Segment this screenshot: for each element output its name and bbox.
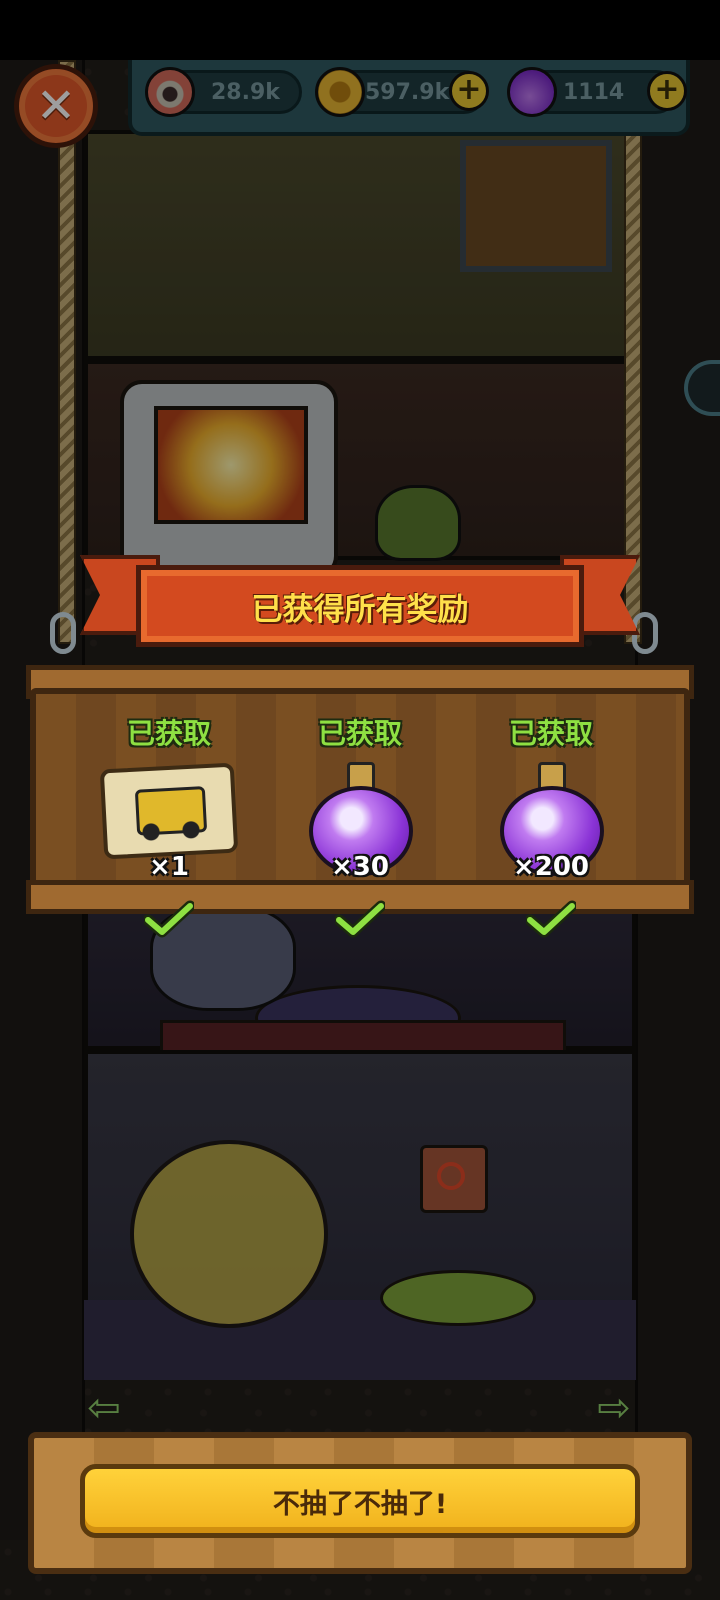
reward-quantity: ×30: [331, 852, 389, 882]
reward-status: 已获取: [126, 717, 211, 750]
hook-left: [50, 612, 76, 654]
stop-drawing-button[interactable]: 不抽了不抽了!: [80, 1464, 640, 1538]
reward-item-3: 已获取 ×200: [476, 712, 626, 942]
stop-drawing-label: 不抽了不抽了!: [272, 1488, 448, 1520]
arrow-right-icon[interactable]: ⇨: [584, 1388, 644, 1428]
checkmark-icon: [144, 900, 194, 938]
reward-item-1: 已获取 ×1: [94, 712, 244, 942]
checkmark-icon: [335, 900, 385, 938]
status-bar: [0, 0, 720, 60]
banner-title: 已获得所有奖励: [251, 591, 469, 628]
checkmark-icon: [526, 900, 576, 938]
reward-quantity: ×200: [512, 852, 590, 882]
reward-quantity: ×1: [149, 852, 189, 882]
arrow-left-icon[interactable]: ⇦: [74, 1388, 134, 1428]
reward-status: 已获取: [508, 717, 593, 750]
vehicle-blueprint-icon: [99, 762, 239, 860]
reward-status: 已获取: [317, 717, 402, 750]
reward-item-2: 已获取 ×30: [285, 712, 435, 942]
reward-banner: 已获得所有奖励: [136, 565, 584, 647]
